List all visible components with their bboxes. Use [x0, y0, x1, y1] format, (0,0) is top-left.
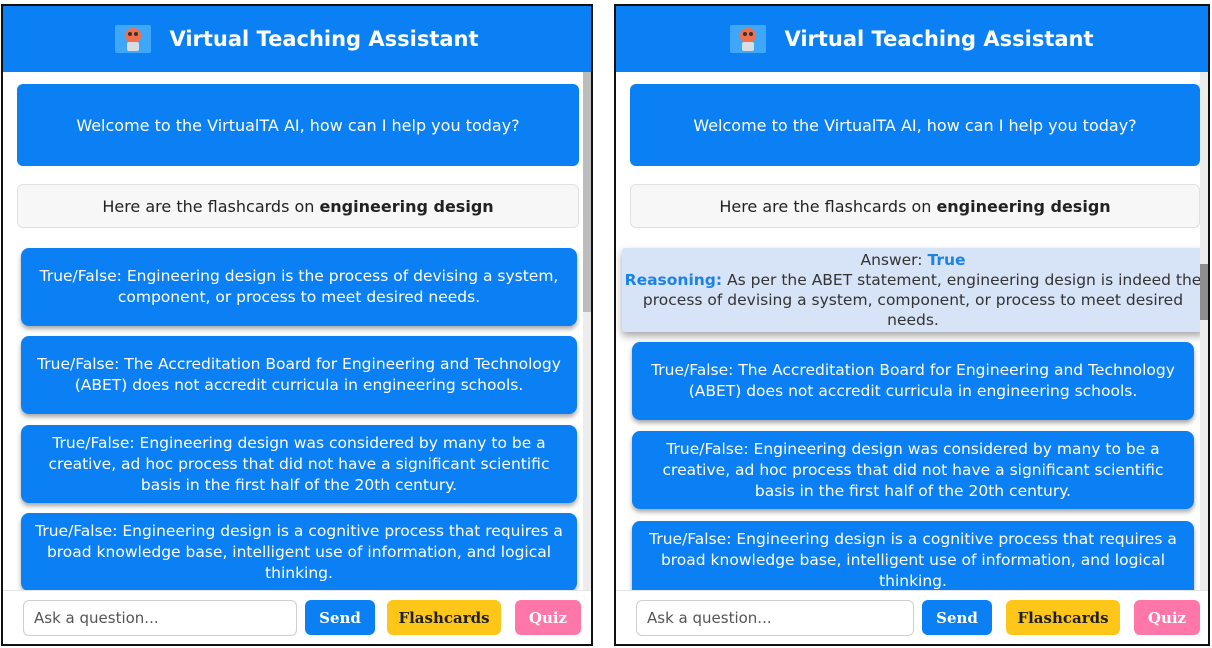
- reasoning-line: Reasoning: As per the ABET statement, en…: [622, 270, 1204, 330]
- scrollbar-thumb[interactable]: [1200, 264, 1208, 320]
- chat-window-right: Virtual Teaching Assistant Welcome to th…: [614, 4, 1210, 646]
- flashcard-answer[interactable]: Answer: True Reasoning: As per the ABET …: [622, 248, 1204, 332]
- app-title: Virtual Teaching Assistant: [169, 27, 479, 51]
- flashcard[interactable]: True/False: Engineering design is the pr…: [21, 248, 577, 326]
- input-bar: Send Flashcards Quiz: [3, 590, 591, 644]
- chat-messages: Welcome to the VirtualTA AI, how can I h…: [616, 72, 1208, 590]
- welcome-message: Welcome to the VirtualTA AI, how can I h…: [630, 84, 1200, 166]
- send-button[interactable]: Send: [922, 600, 992, 635]
- flashcard[interactable]: True/False: Engineering design was consi…: [21, 425, 577, 503]
- flashcard[interactable]: True/False: Engineering design was consi…: [632, 431, 1194, 509]
- chat-scrollbar[interactable]: [1200, 72, 1208, 594]
- quiz-button[interactable]: Quiz: [515, 600, 581, 635]
- question-input[interactable]: [23, 600, 297, 636]
- app-header: Virtual Teaching Assistant: [616, 6, 1208, 72]
- app-header: Virtual Teaching Assistant: [3, 6, 591, 72]
- flashcards-topic: engineering design: [936, 196, 1111, 216]
- flashcards-intro-text: Here are the flashcards on: [102, 196, 315, 216]
- reasoning-text: As per the ABET statement, engineering d…: [642, 271, 1202, 329]
- flashcards-button[interactable]: Flashcards: [387, 600, 501, 635]
- flashcard[interactable]: True/False: The Accreditation Board for …: [21, 336, 577, 414]
- flashcard[interactable]: True/False: Engineering design is a cogn…: [21, 513, 577, 590]
- flashcards-intro-text: Here are the flashcards on: [719, 196, 932, 216]
- chat-window-left: Virtual Teaching Assistant Welcome to th…: [1, 4, 593, 646]
- answer-value: True: [927, 251, 966, 269]
- reasoning-label: Reasoning:: [624, 271, 723, 289]
- robot-icon: [730, 25, 767, 53]
- flashcard[interactable]: True/False: Engineering design is a cogn…: [632, 521, 1194, 590]
- quiz-button[interactable]: Quiz: [1134, 600, 1200, 635]
- robot-icon: [115, 25, 152, 53]
- flashcards-intro-message: Here are the flashcards on engineering d…: [17, 184, 579, 228]
- answer-line: Answer: True: [622, 250, 1204, 270]
- chat-messages: Welcome to the VirtualTA AI, how can I h…: [3, 72, 591, 590]
- chat-scrollbar[interactable]: [583, 72, 591, 594]
- flashcard[interactable]: True/False: The Accreditation Board for …: [632, 342, 1194, 420]
- send-button[interactable]: Send: [305, 600, 375, 635]
- scrollbar-thumb[interactable]: [583, 72, 591, 312]
- answer-label: Answer:: [860, 251, 923, 269]
- flashcards-intro-message: Here are the flashcards on engineering d…: [630, 184, 1200, 228]
- input-bar: Send Flashcards Quiz: [616, 590, 1208, 644]
- question-input[interactable]: [636, 600, 914, 636]
- app-title: Virtual Teaching Assistant: [784, 27, 1094, 51]
- welcome-message: Welcome to the VirtualTA AI, how can I h…: [17, 84, 579, 166]
- flashcards-topic: engineering design: [319, 196, 494, 216]
- flashcards-button[interactable]: Flashcards: [1006, 600, 1120, 635]
